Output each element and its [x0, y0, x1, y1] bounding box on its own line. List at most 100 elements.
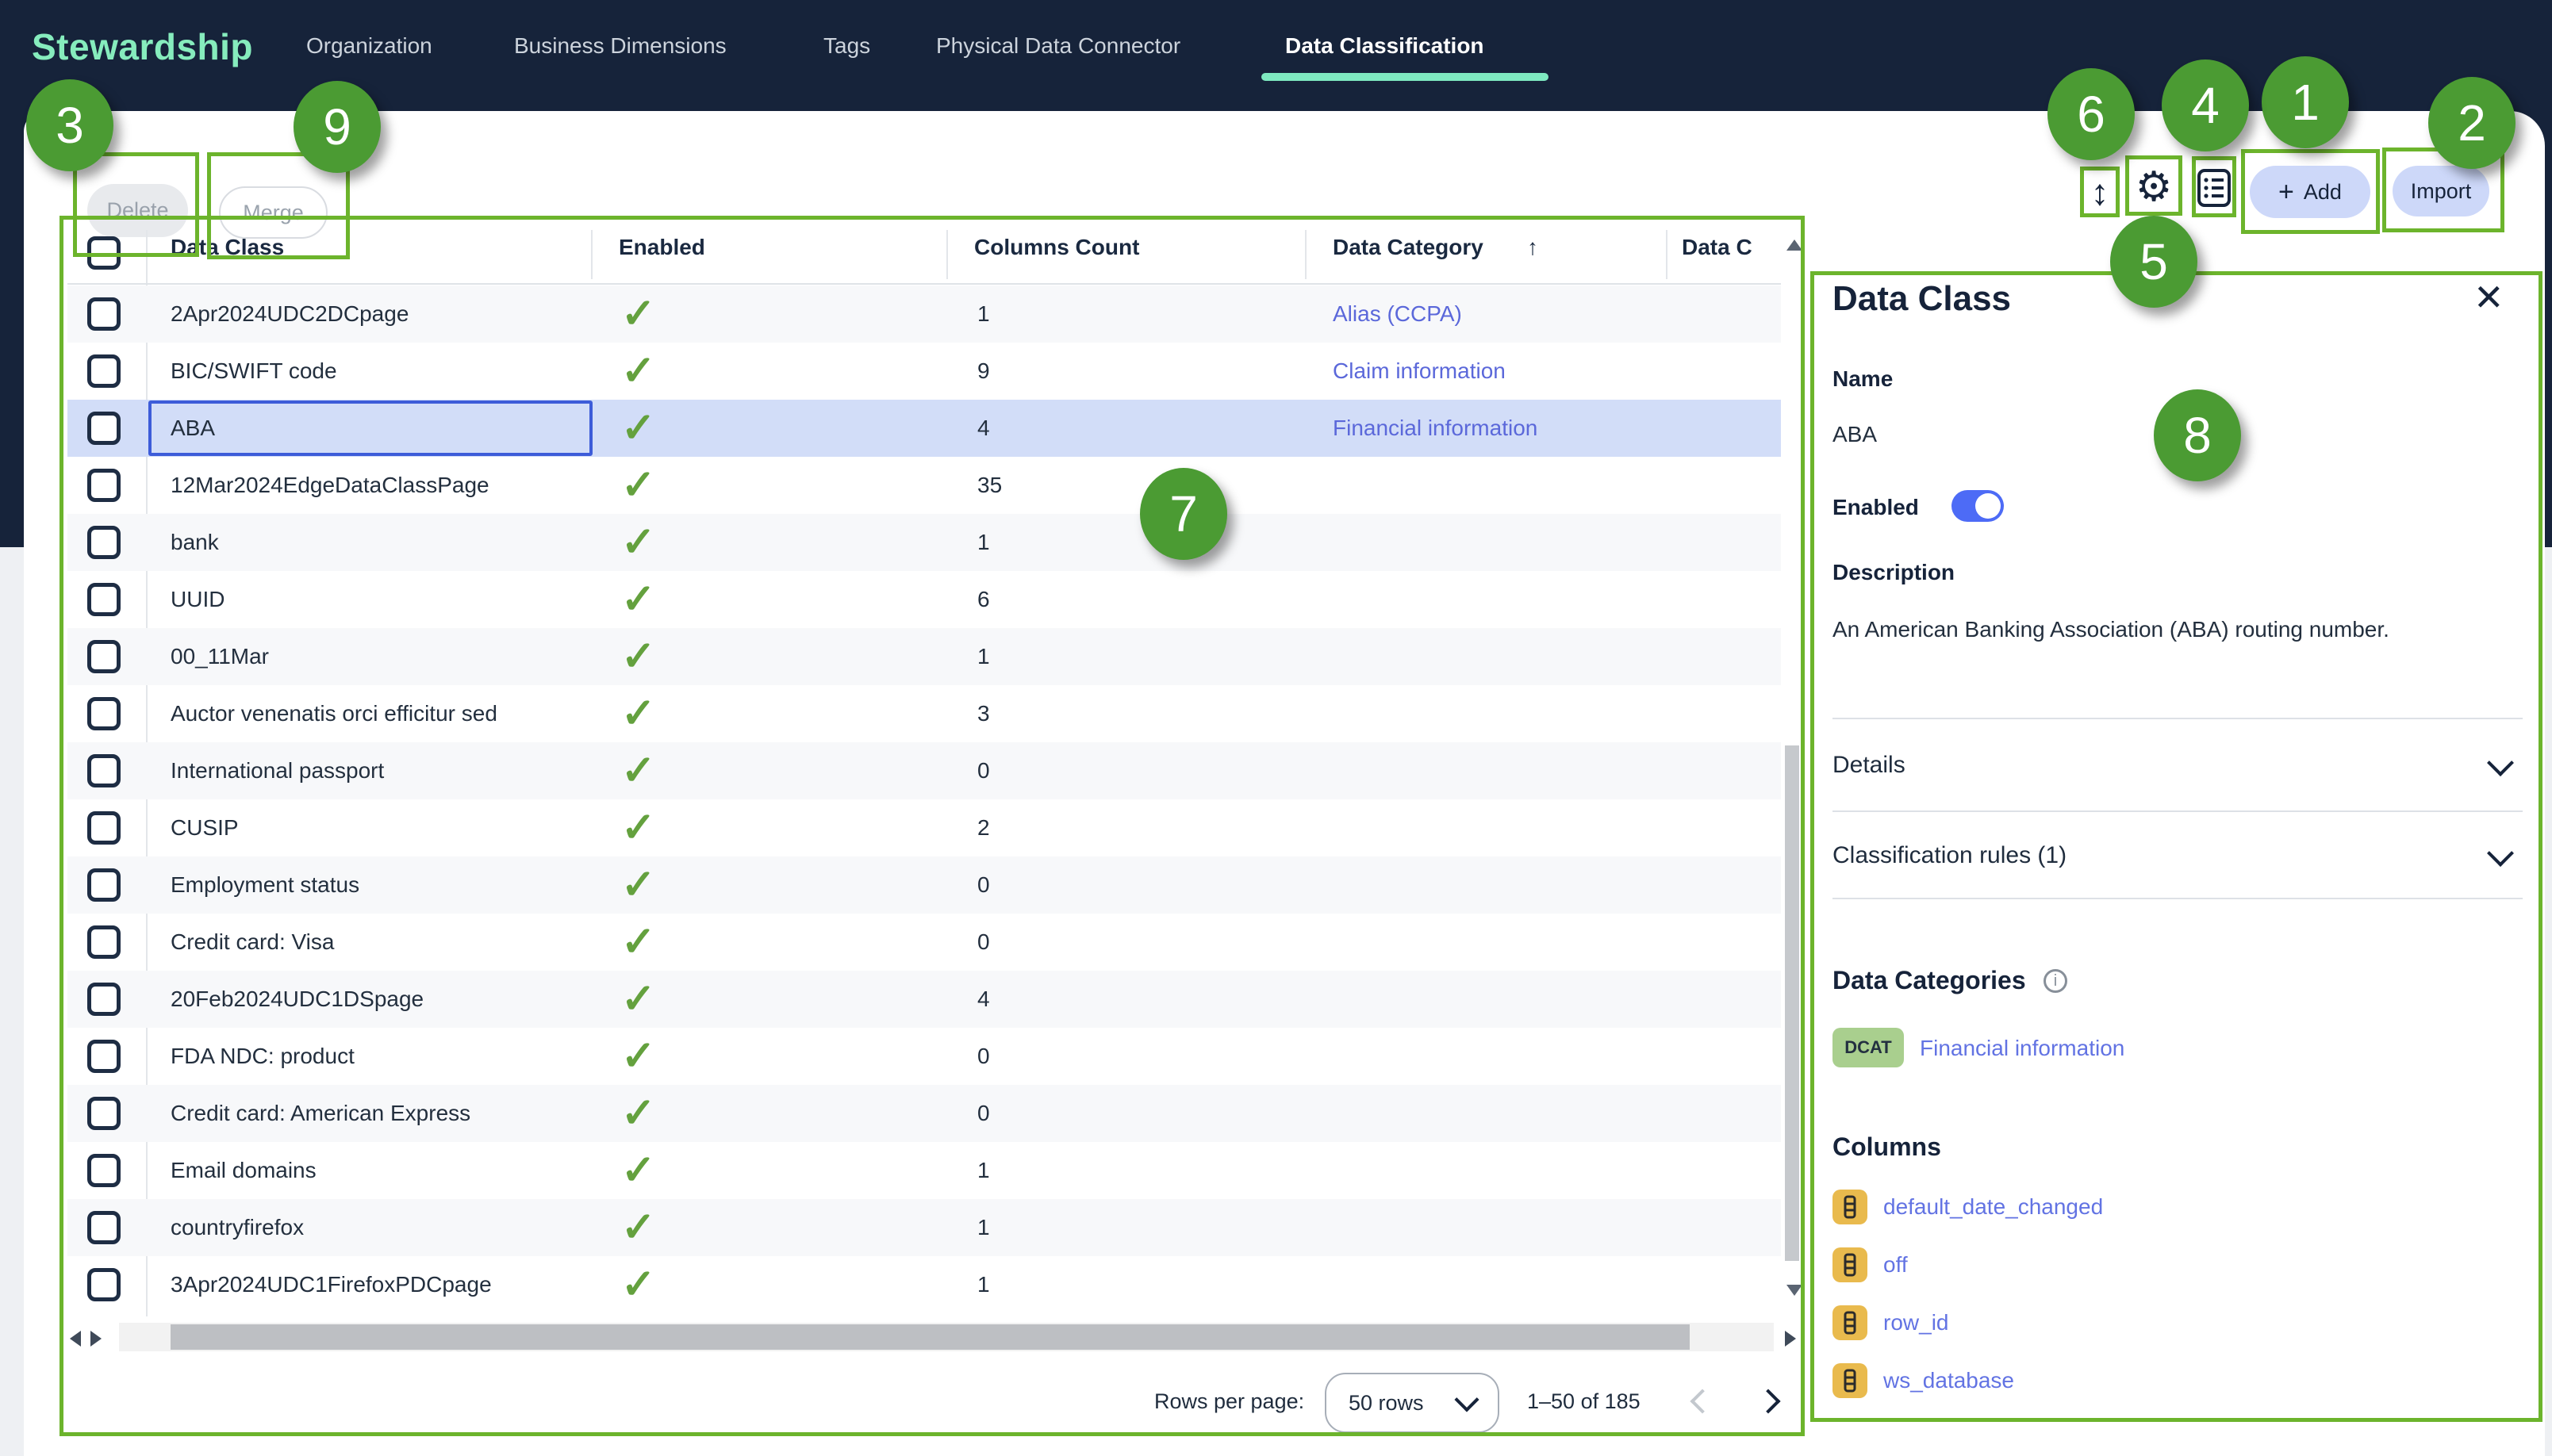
data-class-cell: BIC/SWIFT code: [171, 343, 337, 400]
enabled-check-icon: ✓: [621, 343, 656, 400]
table-row[interactable]: Email domains✓1: [67, 1142, 1781, 1199]
tab-tags[interactable]: Tags: [823, 33, 870, 59]
scroll-right-icon[interactable]: [90, 1331, 102, 1347]
tab-organization[interactable]: Organization: [306, 33, 432, 59]
col-header-data-category[interactable]: Data Category: [1333, 235, 1483, 260]
table-row[interactable]: Credit card: American Express✓0: [67, 1085, 1781, 1142]
gear-icon[interactable]: ⚙: [2129, 163, 2178, 211]
data-categories-heading: Data Categories: [1832, 966, 2026, 995]
columns-count-cell: 1: [977, 1142, 990, 1199]
delete-button[interactable]: Delete: [87, 184, 188, 237]
table-row[interactable]: bank✓1: [67, 514, 1781, 571]
list-settings-icon[interactable]: [2196, 167, 2232, 209]
tab-physical-data-connector[interactable]: Physical Data Connector: [936, 33, 1180, 59]
table-row[interactable]: Auctor venenatis orci efficitur sed✓3: [67, 685, 1781, 742]
merge-button[interactable]: Merge: [219, 186, 328, 239]
row-height-icon[interactable]: ↕: [2082, 168, 2118, 216]
col-header-columns-count[interactable]: Columns Count: [974, 235, 1139, 260]
close-icon[interactable]: ✕: [2473, 276, 2504, 319]
row-checkbox[interactable]: [87, 526, 121, 559]
data-class-cell: CUSIP: [171, 799, 239, 856]
row-checkbox[interactable]: [87, 297, 121, 331]
vertical-scrollbar-thumb[interactable]: [1785, 745, 1799, 1261]
scroll-up-icon[interactable]: [1786, 239, 1802, 251]
section-details[interactable]: Details: [1832, 752, 1905, 779]
data-category-link[interactable]: Alias (CCPA): [1333, 285, 1462, 343]
row-checkbox[interactable]: [87, 754, 121, 787]
data-class-cell: Employment status: [171, 856, 359, 914]
row-checkbox[interactable]: [87, 868, 121, 902]
enabled-check-icon: ✓: [621, 514, 656, 571]
row-checkbox[interactable]: [87, 469, 121, 502]
row-checkbox[interactable]: [87, 1211, 121, 1244]
row-checkbox[interactable]: [87, 583, 121, 616]
row-checkbox[interactable]: [87, 1268, 121, 1301]
row-checkbox[interactable]: [87, 640, 121, 673]
table-row[interactable]: UUID✓6: [67, 571, 1781, 628]
col-header-data-class[interactable]: Data Class: [171, 235, 284, 260]
data-category-link[interactable]: Financial information: [1333, 400, 1537, 457]
data-class-cell: Credit card: American Express: [171, 1085, 470, 1142]
column-divider: [591, 230, 593, 279]
toggle-knob: [1975, 493, 2001, 519]
row-checkbox[interactable]: [87, 811, 121, 845]
row-checkbox[interactable]: [87, 1097, 121, 1130]
data-category-link[interactable]: Financial information: [1920, 1036, 2124, 1061]
row-checkbox[interactable]: [87, 925, 121, 959]
data-category-link[interactable]: Claim information: [1333, 343, 1506, 400]
row-checkbox[interactable]: [87, 983, 121, 1016]
import-button[interactable]: Import: [2393, 166, 2489, 216]
table-row[interactable]: BIC/SWIFT code✓9Claim information: [67, 343, 1781, 400]
columns-count-cell: 1: [977, 285, 990, 343]
table-row[interactable]: CUSIP✓2: [67, 799, 1781, 856]
table-row[interactable]: 3Apr2024UDC1FirefoxPDCpage✓1: [67, 1256, 1781, 1313]
tab-data-classification[interactable]: Data Classification: [1285, 33, 1484, 59]
col-header-enabled[interactable]: Enabled: [619, 235, 705, 260]
add-button-label: Add: [2304, 180, 2342, 205]
add-button[interactable]: + Add: [2250, 166, 2370, 218]
column-link[interactable]: off: [1883, 1252, 1908, 1278]
row-checkbox[interactable]: [87, 1154, 121, 1187]
dcat-badge: DCAT: [1832, 1028, 1904, 1067]
info-icon[interactable]: i: [2044, 969, 2067, 993]
table-row[interactable]: 20Feb2024UDC1DSpage✓4: [67, 971, 1781, 1028]
table-row[interactable]: Credit card: Visa✓0: [67, 914, 1781, 971]
column-icon: [1832, 1305, 1867, 1340]
horizontal-scrollbar-thumb[interactable]: [171, 1324, 1690, 1350]
table-row[interactable]: FDA NDC: product✓0: [67, 1028, 1781, 1085]
rows-per-page-select[interactable]: 50 rows: [1325, 1373, 1499, 1433]
enabled-check-icon: ✓: [621, 1142, 656, 1199]
name-label: Name: [1832, 366, 1893, 392]
scroll-down-icon[interactable]: [1786, 1285, 1802, 1296]
column-link[interactable]: default_date_changed: [1883, 1194, 2103, 1220]
row-checkbox[interactable]: [87, 412, 121, 445]
table-row[interactable]: 00_11Mar✓1: [67, 628, 1781, 685]
table-row[interactable]: Employment status✓0: [67, 856, 1781, 914]
select-all-checkbox[interactable]: [87, 236, 121, 270]
row-checkbox[interactable]: [87, 354, 121, 388]
data-class-cell: UUID: [171, 571, 224, 628]
col-header-clipped[interactable]: Data C: [1682, 235, 1781, 260]
table-row[interactable]: 2Apr2024UDC2DCpage✓1Alias (CCPA): [67, 285, 1781, 343]
enabled-check-icon: ✓: [621, 1085, 656, 1142]
sort-asc-icon[interactable]: ↑: [1527, 235, 1538, 260]
annotation-circle-1: 1: [2262, 56, 2349, 148]
annotation-circle-4: 4: [2162, 59, 2249, 151]
scroll-left-icon[interactable]: [70, 1331, 81, 1347]
column-icon: [1832, 1363, 1867, 1398]
row-checkbox[interactable]: [87, 1040, 121, 1073]
column-link[interactable]: row_id: [1883, 1310, 1948, 1335]
divider: [1832, 718, 2523, 719]
column-link[interactable]: ws_database: [1883, 1368, 2014, 1393]
data-class-cell: countryfirefox: [171, 1199, 304, 1256]
app-root: Stewardship OrganizationBusiness Dimensi…: [0, 0, 2552, 1456]
tab-business-dimensions[interactable]: Business Dimensions: [514, 33, 727, 59]
section-classification-rules[interactable]: Classification rules (1): [1832, 842, 2067, 869]
scroll-right-end-icon[interactable]: [1785, 1331, 1796, 1347]
columns-count-cell: 1: [977, 514, 990, 571]
table-row[interactable]: 12Mar2024EdgeDataClassPage✓35: [67, 457, 1781, 514]
table-row[interactable]: International passport✓0: [67, 742, 1781, 799]
enabled-toggle[interactable]: [1951, 490, 2004, 522]
row-checkbox[interactable]: [87, 697, 121, 730]
table-row[interactable]: countryfirefox✓1: [67, 1199, 1781, 1256]
